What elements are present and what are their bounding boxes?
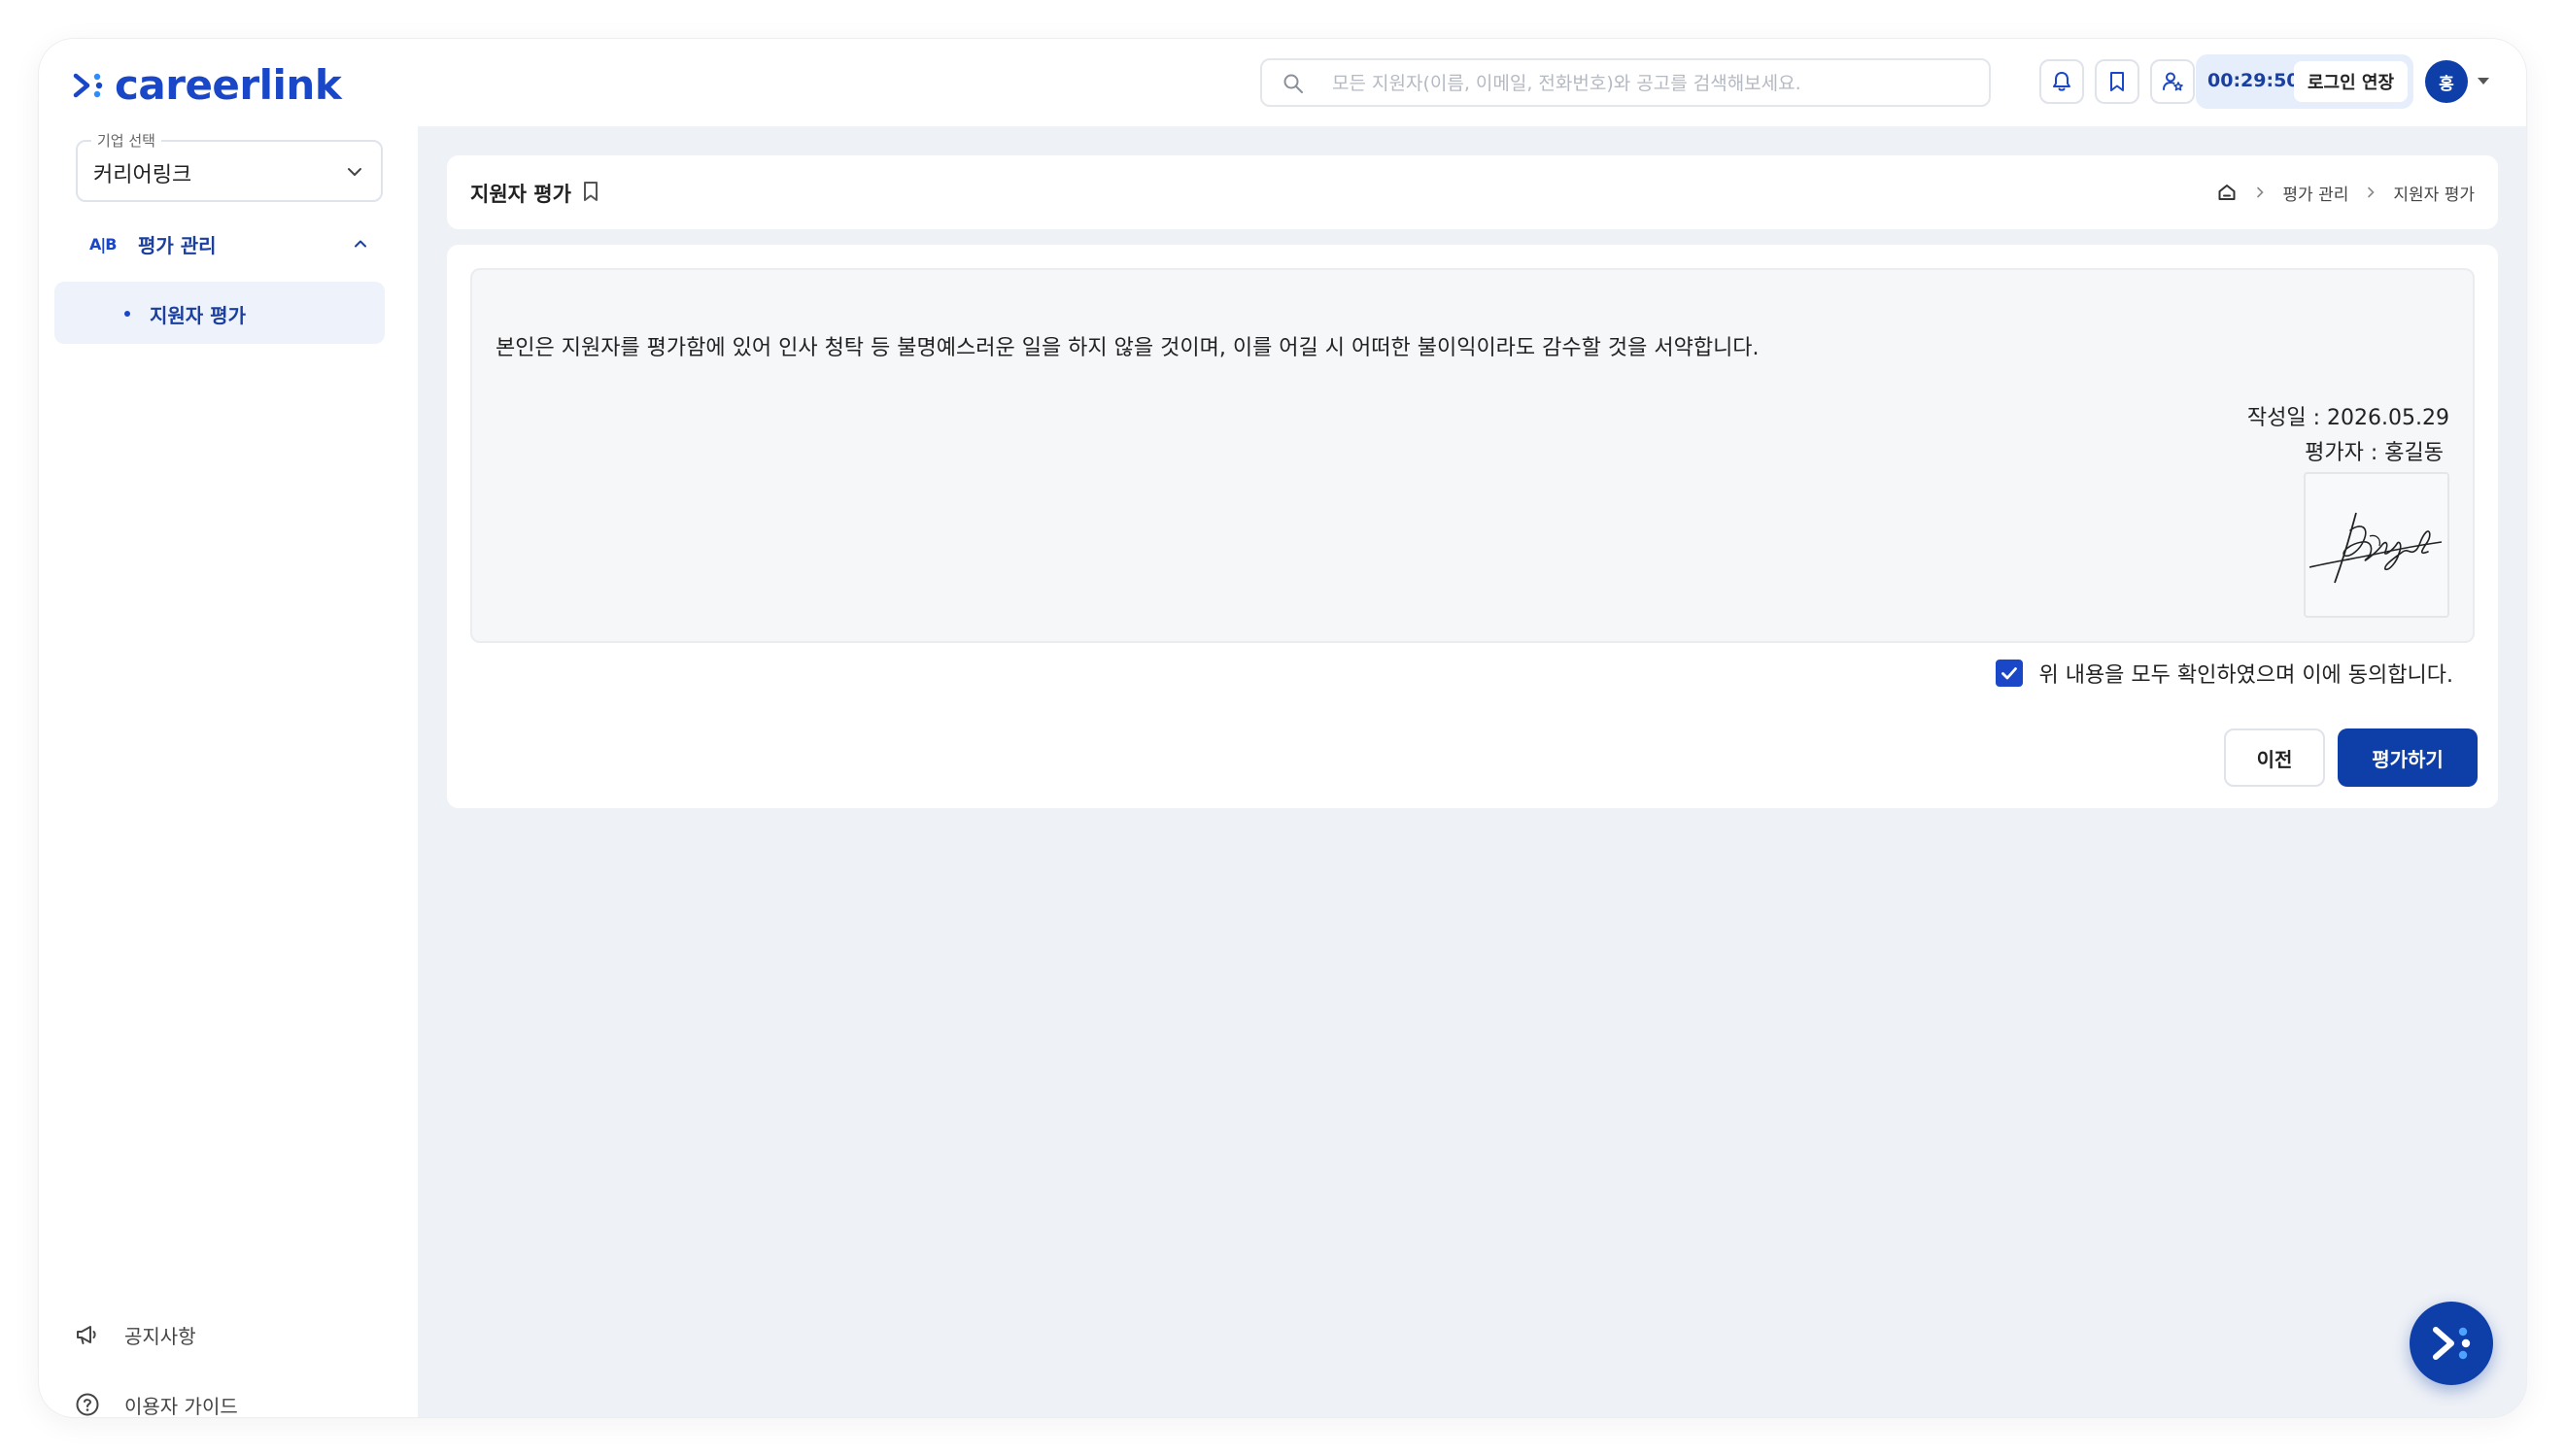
logo-mark-icon — [73, 73, 103, 98]
sidebar-item-applicant-evaluation[interactable]: 지원자 평가 — [54, 282, 385, 344]
agree-label[interactable]: 위 내용을 모두 확인하였으며 이에 동의합니다. — [2038, 658, 2453, 689]
breadcrumb-item[interactable]: 평가 관리 — [2282, 181, 2348, 205]
home-icon[interactable] — [2216, 182, 2238, 203]
extend-login-button[interactable]: 로그인 연장 — [2294, 61, 2408, 102]
evaluator-name: 평가자 : 홍길동 — [2305, 441, 2444, 465]
page-title-bar: 지원자 평가 평가 관리 지원자 평가 — [447, 155, 2498, 229]
help-circle-icon — [76, 1393, 99, 1416]
evaluation-pledge-card: 본인은 지원자를 평가함에 있어 인사 청탁 등 불명예스러운 일을 하지 않을… — [447, 245, 2498, 808]
signature-icon — [2308, 512, 2443, 584]
search-input[interactable] — [1332, 68, 1973, 99]
agreement-row[interactable]: 위 내용을 모두 확인하였으며 이에 동의합니다. — [1996, 657, 2453, 690]
logo-text: careerlink — [115, 61, 342, 109]
chevron-right-icon — [2368, 186, 2376, 198]
prev-button[interactable]: 이전 — [2224, 728, 2325, 787]
active-dot — [124, 311, 130, 317]
careerlink-floating-button[interactable] — [2410, 1302, 2493, 1385]
sidebar-link-label: 이용자 가이드 — [124, 1394, 238, 1418]
favorite-applicants-button[interactable] — [2150, 59, 2195, 104]
agree-checkbox[interactable] — [1996, 660, 2024, 687]
chevron-right-icon — [2257, 186, 2265, 198]
chevron-up-icon — [355, 240, 366, 248]
checkmark-icon — [2001, 667, 2018, 680]
session-timer-pill: 00:29:50 로그인 연장 — [2196, 54, 2413, 109]
sidebar-group-evaluation[interactable]: A|B 평가 관리 — [89, 223, 391, 264]
top-header: careerlink 모든 지원자(이름, 이메일, 전화번호)와 공고를 검색… — [39, 39, 2526, 126]
user-star-icon — [2163, 72, 2183, 91]
bookmark-icon — [2110, 72, 2124, 91]
megaphone-icon — [77, 1326, 96, 1344]
evaluate-button[interactable]: 평가하기 — [2338, 728, 2478, 787]
user-avatar[interactable]: 홍 — [2425, 60, 2468, 103]
chevron-down-icon — [348, 168, 361, 176]
ab-test-icon: A|B — [89, 234, 117, 254]
breadcrumb: 평가 관리 지원자 평가 — [2216, 179, 2475, 206]
sidebar: 기업 선택 커리어링크 A|B 평가 관리 지원자 평가 공지사항 이용자 가이… — [39, 126, 418, 1417]
page-title: 지원자 평가 — [470, 183, 571, 206]
company-select[interactable]: 기업 선택 커리어링크 — [76, 130, 383, 202]
sidebar-link-label: 공지사항 — [124, 1324, 196, 1348]
breadcrumb-item-current: 지원자 평가 — [2393, 185, 2475, 205]
logo-mark-icon — [2433, 1327, 2471, 1360]
notifications-button[interactable] — [2039, 59, 2084, 104]
signature-image — [2304, 472, 2449, 618]
app-frame: careerlink 모든 지원자(이름, 이메일, 전화번호)와 공고를 검색… — [39, 39, 2526, 1417]
sidebar-link-user-guide[interactable]: 이용자 가이드 — [74, 1385, 238, 1417]
sidebar-group-label: 평가 관리 — [138, 233, 217, 257]
bookmark-icon[interactable] — [579, 179, 602, 204]
session-timer: 00:29:50 — [2207, 70, 2300, 91]
pledge-box: 본인은 지원자를 평가함에 있어 인사 청탁 등 불명예스러운 일을 하지 않을… — [470, 268, 2475, 643]
bell-icon — [2053, 72, 2070, 91]
user-menu-caret-icon[interactable] — [2478, 78, 2489, 85]
search-icon — [1283, 74, 1303, 93]
pledge-text: 본인은 지원자를 평가함에 있어 인사 청탁 등 불명예스러운 일을 하지 않을… — [496, 336, 1760, 360]
careerlink-logo[interactable]: careerlink — [70, 61, 342, 109]
bookmarks-button[interactable] — [2095, 59, 2139, 104]
global-search — [1260, 58, 1991, 107]
sidebar-link-notices[interactable]: 공지사항 — [74, 1315, 196, 1354]
company-select-label: 기업 선택 — [91, 130, 161, 151]
written-date: 작성일 : 2026.05.29 — [2246, 406, 2449, 430]
company-select-value: 커리어링크 — [93, 163, 192, 187]
sidebar-item-label: 지원자 평가 — [150, 304, 246, 327]
